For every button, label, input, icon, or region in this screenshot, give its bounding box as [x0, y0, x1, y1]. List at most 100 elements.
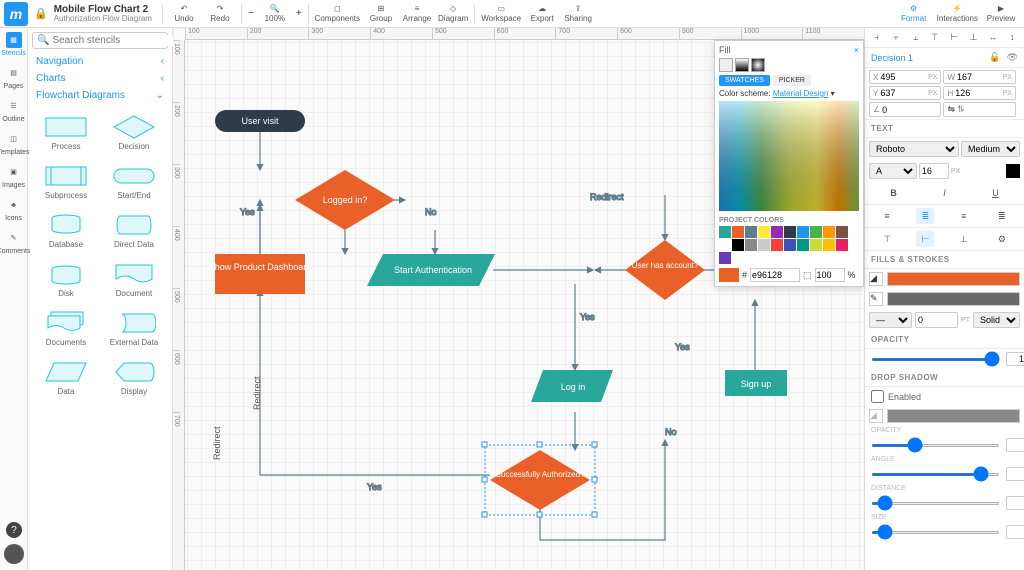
rail-templates[interactable]: ◫Templates — [2, 131, 26, 156]
project-color[interactable] — [771, 226, 783, 238]
visibility-icon[interactable]: 👁 — [1007, 52, 1018, 63]
fill-popup[interactable]: Fill× SWATCHES PICKER Color scheme: Mate… — [714, 40, 864, 287]
project-color[interactable] — [732, 239, 744, 251]
tab-picker[interactable]: PICKER — [773, 75, 811, 86]
rail-outline[interactable]: ☰Outline — [2, 98, 26, 123]
stroke-color[interactable] — [887, 292, 1020, 306]
project-color[interactable] — [719, 239, 731, 251]
align-left[interactable]: ⫞ — [870, 32, 884, 43]
shape-database[interactable]: Database — [32, 206, 100, 255]
rail-comments[interactable]: ✎Comments — [2, 230, 26, 255]
tab-swatches[interactable]: SWATCHES — [719, 75, 770, 86]
grad-radial[interactable] — [751, 58, 765, 72]
stroke-type-icon[interactable]: ✎ — [869, 292, 883, 306]
hex-input[interactable] — [750, 268, 800, 282]
app-logo[interactable]: m — [4, 2, 28, 26]
rail-icons[interactable]: ♣Icons — [2, 197, 26, 222]
project-color[interactable] — [719, 226, 731, 238]
text-settings[interactable]: ⚙ — [993, 231, 1011, 247]
sharing-button[interactable]: ⇪Sharing — [563, 4, 593, 23]
project-color[interactable] — [823, 239, 835, 251]
align-right[interactable]: ⫠ — [908, 32, 922, 43]
diagram-button[interactable]: ◇Diagram — [438, 4, 468, 23]
font-icon[interactable]: A — [869, 163, 917, 179]
text-justify[interactable]: ≣ — [993, 208, 1011, 224]
zoom-out-button[interactable]: − — [248, 8, 254, 19]
shadow-enabled[interactable] — [871, 390, 884, 403]
group-button[interactable]: ⊞Group — [366, 4, 396, 23]
interactions-tab[interactable]: ⚡Interactions — [937, 4, 978, 23]
project-color[interactable] — [758, 226, 770, 238]
project-color[interactable] — [810, 239, 822, 251]
opacity-slider[interactable] — [871, 358, 1000, 361]
selection-name[interactable]: Decision 1 — [871, 53, 913, 63]
canvas[interactable]: 10020030040050060070080090010001100 1002… — [173, 28, 864, 570]
rail-images[interactable]: ▣Images — [2, 164, 26, 189]
text-center[interactable]: ≣ — [916, 208, 934, 224]
project-color[interactable] — [797, 239, 809, 251]
project-color[interactable] — [745, 239, 757, 251]
fill-type-icon[interactable]: ◢ — [869, 272, 883, 286]
project-color[interactable] — [810, 226, 822, 238]
shape-directdata[interactable]: Direct Data — [100, 206, 168, 255]
text-middle[interactable]: ⊢ — [916, 231, 934, 247]
shape-externaldata[interactable]: External Data — [100, 304, 168, 353]
font-weight[interactable]: Medium — [961, 141, 1020, 157]
cat-navigation[interactable]: Navigation — [28, 53, 172, 70]
align-top[interactable]: ⊤ — [928, 32, 942, 43]
shape-documents[interactable]: Documents — [32, 304, 100, 353]
underline-button[interactable]: U — [987, 185, 1005, 201]
undo-button[interactable]: ↶Undo — [169, 4, 199, 23]
shadow-distance-slider[interactable] — [871, 502, 1000, 505]
project-color[interactable] — [784, 239, 796, 251]
shape-data[interactable]: Data — [32, 353, 100, 402]
text-right[interactable]: ≡ — [955, 208, 973, 224]
shape-process[interactable]: Process — [32, 108, 100, 157]
fill-color[interactable] — [887, 272, 1020, 286]
shadow-opacity-slider[interactable] — [871, 444, 1000, 447]
text-top[interactable]: ⊤ — [878, 231, 896, 247]
project-color[interactable] — [836, 226, 848, 238]
grad-linear[interactable] — [735, 58, 749, 72]
text-bottom[interactable]: ⊥ — [955, 231, 973, 247]
stroke-width[interactable] — [915, 312, 958, 328]
shape-document[interactable]: Document — [100, 255, 168, 304]
text-left[interactable]: ≡ — [878, 208, 896, 224]
close-icon[interactable]: × — [854, 45, 859, 55]
flip-h[interactable]: ⇋ — [947, 104, 955, 115]
y-input[interactable] — [880, 88, 928, 98]
w-input[interactable] — [957, 72, 1003, 82]
stencil-search[interactable]: 🔍 ⚙ — [32, 32, 168, 49]
zoom-in-button[interactable]: + — [296, 8, 302, 19]
align-bottom[interactable]: ⊥ — [967, 32, 981, 43]
shape-startend[interactable]: Start/End — [100, 157, 168, 206]
zoom-level[interactable]: 🔍100% — [260, 4, 290, 23]
color-palette[interactable] — [719, 101, 859, 211]
italic-button[interactable]: I — [936, 185, 954, 201]
angle-input[interactable] — [882, 105, 937, 115]
h-input[interactable] — [955, 88, 1002, 98]
project-color[interactable] — [719, 252, 731, 264]
grad-solid[interactable] — [719, 58, 733, 72]
flip-v[interactable]: ⥮ — [958, 104, 965, 115]
rail-stencils[interactable]: ▦Stencils — [2, 32, 26, 57]
project-color[interactable] — [797, 226, 809, 238]
shape-decision[interactable]: Decision — [100, 108, 168, 157]
project-color[interactable] — [784, 226, 796, 238]
align-middle[interactable]: ⊢ — [947, 32, 961, 43]
components-button[interactable]: ◻Components — [315, 4, 360, 23]
lock-icon[interactable]: 🔓 — [989, 52, 1000, 63]
fill-opacity-input[interactable] — [815, 268, 845, 282]
project-color[interactable] — [823, 226, 835, 238]
cat-flowchart[interactable]: Flowchart Diagrams — [28, 87, 172, 104]
workspace-button[interactable]: ▭Workspace — [481, 4, 521, 23]
rail-pages[interactable]: ▤Pages — [2, 65, 26, 90]
dist-v[interactable]: ↕ — [1005, 32, 1019, 43]
project-color[interactable] — [758, 239, 770, 251]
project-color[interactable] — [836, 239, 848, 251]
project-color[interactable] — [771, 239, 783, 251]
search-input[interactable] — [52, 35, 184, 46]
font-size[interactable] — [919, 163, 949, 179]
project-color[interactable] — [732, 226, 744, 238]
arrange-button[interactable]: ≡Arrange — [402, 4, 432, 23]
